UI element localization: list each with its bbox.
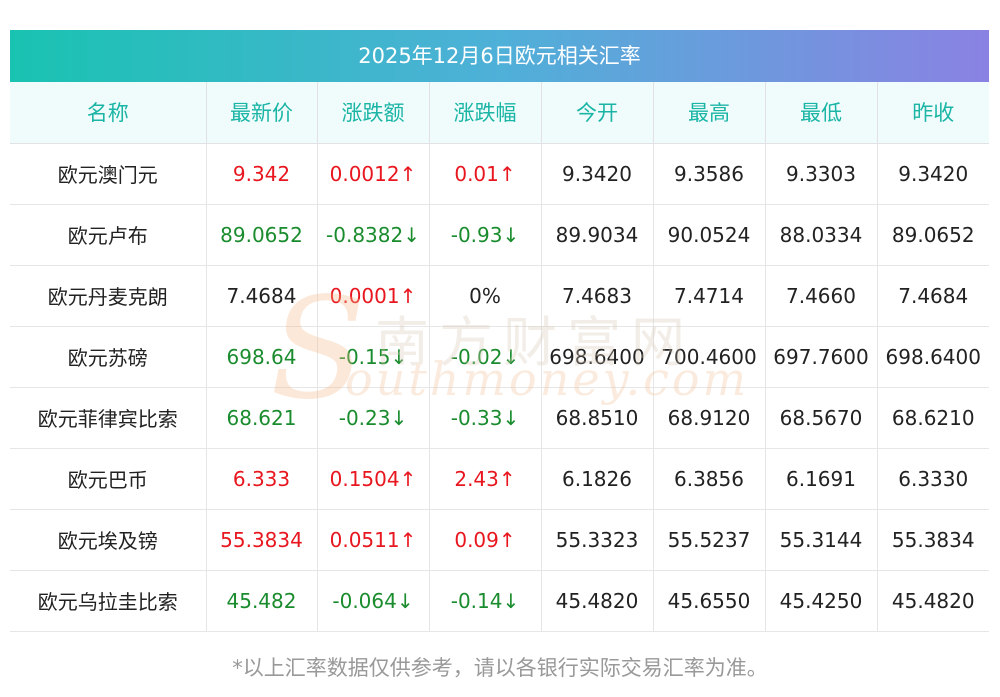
col-header-high: 最高	[653, 82, 766, 144]
cell-latest: 45.482	[206, 570, 318, 632]
table-row: 欧元菲律宾比索 68.621 -0.23↓ -0.33↓ 68.8510 68.9120 6…	[10, 387, 989, 449]
cell-low: 45.4250	[765, 570, 878, 632]
cell-name: 欧元巴币	[10, 448, 207, 510]
table-title: 2025年12月6日欧元相关汇率	[10, 30, 989, 82]
col-header-open: 今开	[541, 82, 654, 144]
rate-table: 名称 最新价 涨跌额 涨跌幅 今开 最高 最低 昨收 欧元澳门元 9.342 0.0…	[10, 82, 989, 632]
cell-pct: 0.09↑	[429, 509, 542, 571]
cell-pct: -0.14↓	[429, 570, 542, 632]
cell-pct: -0.93↓	[429, 204, 542, 266]
cell-latest: 55.3834	[206, 509, 318, 571]
cell-prev: 698.6400	[877, 326, 989, 388]
cell-open: 89.9034	[541, 204, 654, 266]
cell-change: 0.0511↑	[317, 509, 430, 571]
cell-prev: 55.3834	[877, 509, 989, 571]
cell-prev: 9.3420	[877, 143, 989, 205]
cell-low: 68.5670	[765, 387, 878, 449]
cell-latest: 7.4684	[206, 265, 318, 327]
table-row: 欧元苏磅 698.64 -0.15↓ -0.02↓ 698.6400 700.4600 69…	[10, 326, 989, 388]
cell-high: 55.5237	[653, 509, 766, 571]
cell-change: 0.1504↑	[317, 448, 430, 510]
cell-pct: 2.43↑	[429, 448, 542, 510]
cell-open: 698.6400	[541, 326, 654, 388]
table-header-row: 名称 最新价 涨跌额 涨跌幅 今开 最高 最低 昨收	[10, 82, 989, 144]
cell-latest: 9.342	[206, 143, 318, 205]
cell-high: 9.3586	[653, 143, 766, 205]
table-row: 欧元埃及镑 55.3834 0.0511↑ 0.09↑ 55.3323 55.5237 55…	[10, 509, 989, 571]
cell-change: 0.0001↑	[317, 265, 430, 327]
cell-high: 700.4600	[653, 326, 766, 388]
cell-change: -0.8382↓	[317, 204, 430, 266]
col-header-latest: 最新价	[206, 82, 318, 144]
cell-latest: 89.0652	[206, 204, 318, 266]
cell-change: -0.064↓	[317, 570, 430, 632]
cell-high: 90.0524	[653, 204, 766, 266]
cell-high: 45.6550	[653, 570, 766, 632]
cell-pct: 0.01↑	[429, 143, 542, 205]
cell-high: 68.9120	[653, 387, 766, 449]
cell-pct: -0.33↓	[429, 387, 542, 449]
cell-change: 0.0012↑	[317, 143, 430, 205]
table-row: 欧元丹麦克朗 7.4684 0.0001↑ 0% 7.4683 7.4714 7.4660 7…	[10, 265, 989, 327]
cell-name: 欧元澳门元	[10, 143, 207, 205]
cell-high: 6.3856	[653, 448, 766, 510]
cell-latest: 68.621	[206, 387, 318, 449]
cell-open: 55.3323	[541, 509, 654, 571]
cell-prev: 68.6210	[877, 387, 989, 449]
col-header-name: 名称	[10, 82, 207, 144]
cell-change: -0.15↓	[317, 326, 430, 388]
cell-open: 9.3420	[541, 143, 654, 205]
cell-prev: 89.0652	[877, 204, 989, 266]
cell-high: 7.4714	[653, 265, 766, 327]
cell-low: 7.4660	[765, 265, 878, 327]
col-header-low: 最低	[765, 82, 878, 144]
disclaimer-note: *以上汇率数据仅供参考，请以各银行实际交易汇率为准。	[232, 656, 768, 680]
table-row: 欧元澳门元 9.342 0.0012↑ 0.01↑ 9.3420 9.3586 9.3303…	[10, 143, 989, 205]
table-row: 欧元乌拉圭比索 45.482 -0.064↓ -0.14↓ 45.4820 45.6550…	[10, 570, 989, 632]
cell-name: 欧元苏磅	[10, 326, 207, 388]
cell-latest: 6.333	[206, 448, 318, 510]
col-header-change: 涨跌额	[317, 82, 430, 144]
cell-low: 697.7600	[765, 326, 878, 388]
cell-name: 欧元丹麦克朗	[10, 265, 207, 327]
cell-change: -0.23↓	[317, 387, 430, 449]
cell-low: 55.3144	[765, 509, 878, 571]
cell-low: 9.3303	[765, 143, 878, 205]
rate-table-container: 2025年12月6日欧元相关汇率 名称 最新价 涨跌额 涨跌幅 今开 最高 最低…	[10, 30, 989, 632]
col-header-pct: 涨跌幅	[429, 82, 542, 144]
cell-name: 欧元卢布	[10, 204, 207, 266]
cell-low: 6.1691	[765, 448, 878, 510]
cell-latest: 698.64	[206, 326, 318, 388]
cell-open: 68.8510	[541, 387, 654, 449]
cell-name: 欧元埃及镑	[10, 509, 207, 571]
cell-open: 7.4683	[541, 265, 654, 327]
table-row: 欧元巴币 6.333 0.1504↑ 2.43↑ 6.1826 6.3856 6.1691 6…	[10, 448, 989, 510]
cell-low: 88.0334	[765, 204, 878, 266]
cell-open: 6.1826	[541, 448, 654, 510]
cell-prev: 6.3330	[877, 448, 989, 510]
cell-pct: -0.02↓	[429, 326, 542, 388]
cell-open: 45.4820	[541, 570, 654, 632]
table-row: 欧元卢布 89.0652 -0.8382↓ -0.93↓ 89.9034 90.0524 8…	[10, 204, 989, 266]
cell-prev: 45.4820	[877, 570, 989, 632]
cell-name: 欧元乌拉圭比索	[10, 570, 207, 632]
cell-pct: 0%	[429, 265, 542, 327]
cell-prev: 7.4684	[877, 265, 989, 327]
col-header-prev: 昨收	[877, 82, 989, 144]
cell-name: 欧元菲律宾比索	[10, 387, 207, 449]
